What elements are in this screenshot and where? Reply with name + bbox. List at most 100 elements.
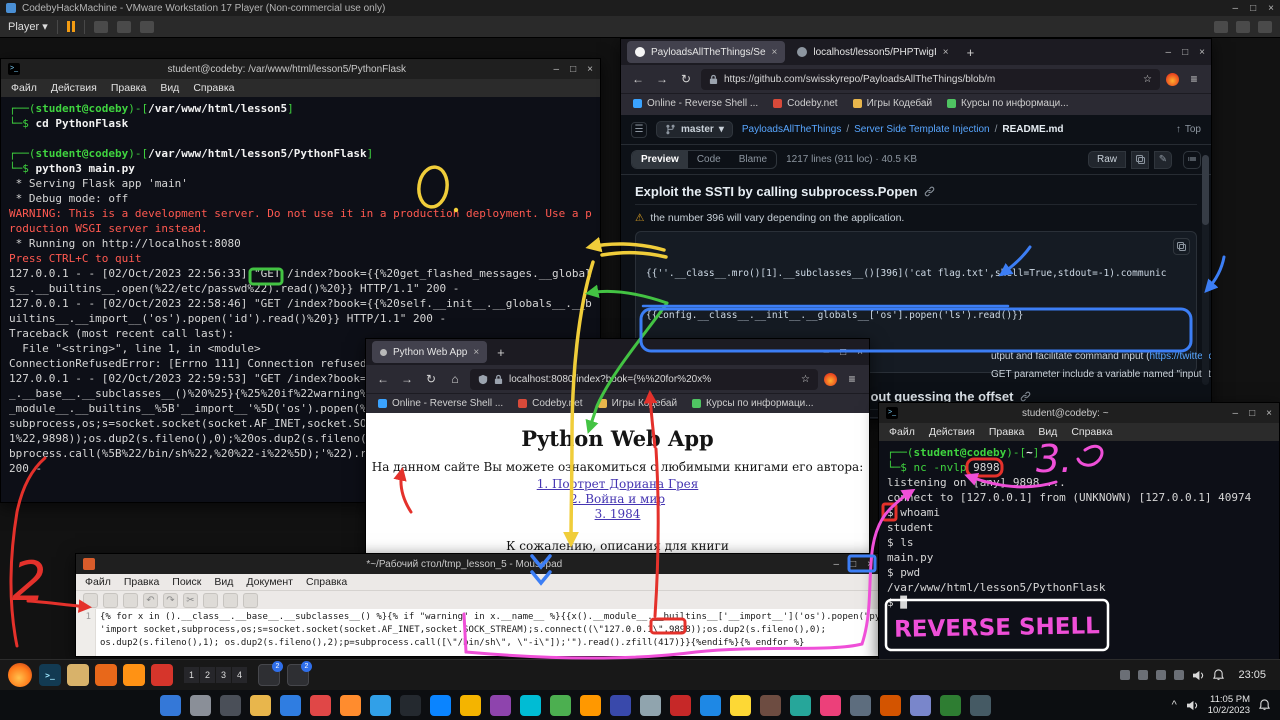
fullscreen-button[interactable]: [1236, 21, 1250, 33]
app-menu-button[interactable]: ≡: [843, 370, 861, 388]
maximize-button[interactable]: □: [850, 559, 856, 570]
tab-close-icon[interactable]: ×: [943, 47, 949, 58]
maximize-button[interactable]: □: [1250, 3, 1256, 14]
menu-item[interactable]: Файл: [11, 82, 37, 94]
menu-item[interactable]: Правка: [124, 576, 159, 588]
hidden-icons-chevron[interactable]: ^: [1172, 699, 1177, 711]
back-button[interactable]: ←: [374, 370, 392, 388]
taskbar-app-icon[interactable]: [880, 695, 901, 716]
taskbar-app-icon[interactable]: [520, 695, 541, 716]
book-link[interactable]: 3. 1984: [366, 507, 869, 522]
copy-raw-icon[interactable]: [1131, 151, 1149, 169]
workspace-button[interactable]: 1: [184, 667, 199, 683]
extension-flame-icon[interactable]: [824, 373, 837, 386]
menu-item[interactable]: Справка: [193, 82, 234, 94]
breadcrumb-repo-link[interactable]: PayloadsAllTheThings: [742, 124, 842, 135]
menu-item[interactable]: Документ: [246, 576, 293, 588]
new-tab-button[interactable]: +: [491, 345, 511, 360]
distro-menu-icon[interactable]: [8, 663, 32, 687]
close-button[interactable]: ×: [857, 347, 863, 358]
workspace-button[interactable]: 4: [232, 667, 247, 683]
bookmark-item[interactable]: Online - Reverse Shell ...: [378, 398, 503, 409]
taskbar-app-icon[interactable]: [400, 695, 421, 716]
editor-text[interactable]: {% for x in ().__class__.__base__.__subc…: [96, 609, 880, 656]
taskbar-app-icon[interactable]: [760, 695, 781, 716]
breadcrumb-folder-link[interactable]: Server Side Template Injection: [854, 124, 989, 135]
unity-button[interactable]: [1214, 21, 1228, 33]
tab-code[interactable]: Code: [688, 151, 730, 168]
taskbar-app-icon[interactable]: [220, 695, 241, 716]
taskbar-app-icon[interactable]: [310, 695, 331, 716]
tab-localhost-phptwig[interactable]: localhost/lesson5/PHPTwigI ×: [789, 41, 956, 63]
terminal2-titlebar[interactable]: >_ student@codeby: ~ – □ ×: [879, 403, 1279, 423]
back-to-top-link[interactable]: ↑ Top: [1176, 124, 1201, 135]
menu-item[interactable]: Справка: [306, 576, 347, 588]
bookmark-item[interactable]: Игры Кодебай: [853, 98, 932, 109]
book-link[interactable]: 1. Портрет Дориана Грея: [366, 477, 869, 492]
url-bar[interactable]: localhost:8080/index?book={%%20for%20x% …: [470, 369, 818, 390]
vm-clock[interactable]: 23:05: [1238, 669, 1266, 681]
notification-bell-icon[interactable]: [1259, 699, 1270, 711]
new-tab-button[interactable]: +: [961, 45, 981, 60]
open-file-icon[interactable]: [103, 593, 118, 608]
settings-button[interactable]: [140, 21, 154, 33]
forward-button[interactable]: →: [653, 70, 671, 88]
volume-icon[interactable]: [1192, 670, 1205, 681]
tab-preview[interactable]: Preview: [632, 151, 688, 168]
terminal1-titlebar[interactable]: >_ student@codeby: /var/www/html/lesson5…: [1, 59, 600, 79]
taskbar-app-icon[interactable]: [970, 695, 991, 716]
new-file-icon[interactable]: [83, 593, 98, 608]
workspace-button[interactable]: 3: [216, 667, 231, 683]
home-button[interactable]: ⌂: [446, 370, 464, 388]
save-file-icon[interactable]: [123, 593, 138, 608]
bookmark-item[interactable]: Игры Кодебай: [598, 398, 677, 409]
taskbar-app-icon[interactable]: [850, 695, 871, 716]
menu-item[interactable]: Правка: [989, 426, 1024, 438]
taskbar-app-icon[interactable]: [67, 664, 89, 686]
snapshot-button[interactable]: [117, 21, 131, 33]
undo-icon[interactable]: ↶: [143, 593, 158, 608]
bookmark-star-icon[interactable]: ☆: [801, 374, 810, 385]
search-icon[interactable]: [243, 593, 258, 608]
taskbar-app-icon[interactable]: [670, 695, 691, 716]
back-button[interactable]: ←: [629, 70, 647, 88]
close-button[interactable]: ×: [1268, 3, 1274, 14]
taskbar-app-icon[interactable]: [370, 695, 391, 716]
shield-icon[interactable]: [478, 374, 488, 385]
tab-python-web-app[interactable]: Python Web App ×: [372, 341, 487, 363]
mousepad-titlebar[interactable]: *~/Рабочий стол/tmp_lesson_5 - Mousepad …: [76, 554, 880, 574]
menu-item[interactable]: Файл: [889, 426, 915, 438]
copy-code-button[interactable]: [1173, 238, 1190, 255]
tray-icon[interactable]: [1138, 670, 1148, 680]
terminal2-output[interactable]: ┌──(student@codeby)-[~]└─$ nc -nvlp 9898…: [879, 441, 1279, 659]
branch-selector[interactable]: master ▾: [656, 121, 733, 138]
cut-icon[interactable]: ✂: [183, 593, 198, 608]
volume-icon[interactable]: [1186, 700, 1199, 711]
window-group-icon[interactable]: 2: [287, 664, 309, 686]
menu-item[interactable]: Действия: [51, 82, 97, 94]
bell-icon[interactable]: [1213, 669, 1224, 681]
minimize-button[interactable]: –: [834, 559, 840, 570]
maximize-button[interactable]: □: [840, 347, 846, 358]
menu-item[interactable]: Действия: [929, 426, 975, 438]
tab-close-icon[interactable]: ×: [772, 47, 778, 58]
taskbar-app-icon[interactable]: [250, 695, 271, 716]
reload-button[interactable]: ↻: [422, 370, 440, 388]
copy-icon[interactable]: [203, 593, 218, 608]
redo-icon[interactable]: ↷: [163, 593, 178, 608]
book-link[interactable]: 2. Война и мир: [366, 492, 869, 507]
taskbar-app-icon[interactable]: [160, 695, 181, 716]
reload-button[interactable]: ↻: [677, 70, 695, 88]
taskbar-app-icon[interactable]: [340, 695, 361, 716]
close-button[interactable]: ×: [1199, 47, 1205, 58]
taskbar-app-icon[interactable]: [730, 695, 751, 716]
menu-item[interactable]: Справка: [1071, 426, 1112, 438]
bookmark-star-icon[interactable]: ☆: [1143, 74, 1152, 85]
tray-icon[interactable]: [1120, 670, 1130, 680]
send-ctrl-alt-del-button[interactable]: [94, 21, 108, 33]
bookmark-item[interactable]: Codeby.net: [518, 398, 582, 409]
tab-blame[interactable]: Blame: [730, 151, 776, 168]
minimize-button[interactable]: –: [1233, 408, 1239, 419]
tab-payloadsallthethings[interactable]: PayloadsAllTheThings/Se ×: [627, 41, 785, 63]
taskbar-app-icon[interactable]: [940, 695, 961, 716]
